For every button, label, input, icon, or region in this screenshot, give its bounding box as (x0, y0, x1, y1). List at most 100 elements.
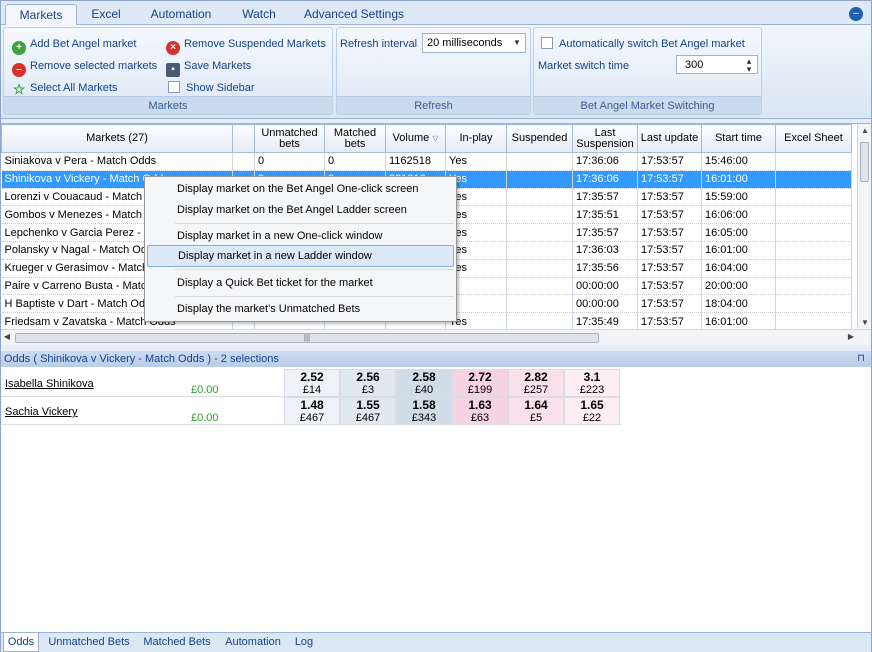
tab-watch[interactable]: Watch (233, 4, 285, 25)
menu-item-ladder-screen[interactable]: Display market on the Bet Angel Ladder s… (147, 199, 454, 221)
spin-arrows-icon[interactable]: ▴ ▾ (741, 56, 757, 74)
scroll-down-icon[interactable]: ▼ (858, 316, 872, 330)
table-cell (506, 241, 573, 260)
remove-selected-button[interactable]: – Remove selected markets (12, 57, 157, 77)
save-markets-button[interactable]: ▪ Save Markets (166, 57, 251, 77)
tab-bottom-automation[interactable]: Automation (221, 633, 285, 652)
auto-switch-label: Automatically switch Bet Angel market (559, 38, 745, 50)
select-all-label: Select All Markets (30, 82, 118, 94)
scroll-right-icon[interactable]: ▶ (845, 330, 857, 344)
table-cell: 17:53:57 (637, 152, 702, 171)
table-cell: 17:35:49 (572, 312, 638, 331)
minimize-ribbon-icon[interactable]: – (849, 7, 863, 21)
table-cell (775, 241, 852, 260)
vertical-scroll-thumb[interactable] (860, 142, 869, 182)
col-last-update[interactable]: Last update (637, 124, 702, 153)
back-price-cell[interactable]: 2.58 £40 (396, 369, 452, 397)
table-cell (775, 294, 852, 314)
remove-suspended-button[interactable]: × Remove Suspended Markets (166, 35, 326, 55)
markets-group: + Add Bet Angel market × Remove Suspended … (3, 27, 333, 115)
price-amount: £22 (582, 412, 602, 424)
table-cell: 17:53:57 (637, 294, 702, 314)
back-price-cell[interactable]: 2.52 £14 (284, 369, 340, 397)
lay-price-cell[interactable]: 1.65 £22 (564, 397, 620, 425)
back-price-cell[interactable]: 1.48 £467 (284, 397, 340, 425)
col-volume[interactable]: Volume ▽ (385, 124, 446, 153)
table-cell: 15:59:00 (701, 188, 776, 207)
show-sidebar-checkbox[interactable]: Show Sidebar (168, 79, 255, 97)
price-value: 1.65 (580, 398, 604, 412)
tab-excel[interactable]: Excel (83, 4, 129, 25)
scroll-up-icon[interactable]: ▲ (858, 124, 872, 138)
add-market-button[interactable]: + Add Bet Angel market (12, 35, 136, 55)
price-value: 2.82 (524, 370, 548, 384)
price-amount: £63 (470, 412, 490, 424)
price-amount: £3 (361, 384, 375, 396)
table-row[interactable]: Siniakova v Pera - Match Odds 0 0 1162518 Ye… (1, 152, 852, 171)
table-cell: 17:35:57 (572, 223, 638, 242)
pin-icon[interactable]: ⊓ (857, 351, 865, 367)
tab-advanced-settings[interactable]: Advanced Settings (301, 4, 407, 25)
menu-separator (175, 296, 454, 297)
table-cell: 0 (324, 152, 386, 171)
refresh-interval-select[interactable]: 20 milliseconds ▼ (422, 33, 526, 53)
lay-price-cell[interactable]: 3.1 £223 (564, 369, 620, 397)
tab-unmatched-bets[interactable]: Unmatched Bets (45, 633, 133, 652)
back-price-cell[interactable]: 1.55 £467 (340, 397, 396, 425)
menu-item-new-one-click-window[interactable]: Display market in a new One-click window (147, 225, 454, 247)
table-cell: 17:53:57 (637, 170, 702, 189)
table-cell: 00:00:00 (572, 294, 638, 314)
horizontal-scrollbar[interactable]: ◀ ||| ▶ (1, 329, 871, 345)
col-start-time[interactable]: Start time (701, 124, 776, 153)
select-all-button[interactable]: ☆ Select All Markets (12, 79, 118, 97)
runner-name[interactable]: Isabella Shinikova (5, 378, 94, 390)
horizontal-scroll-thumb[interactable]: ||| (15, 333, 599, 343)
price-amount: £40 (414, 384, 434, 396)
price-value: 1.55 (356, 398, 380, 412)
odds-panel: Isabella Shinikova £0.00 2.52 £14 2.56 £3 2.… (1, 367, 871, 632)
table-cell: 17:53:57 (637, 188, 702, 207)
lay-price-cell[interactable]: 1.64 £5 (508, 397, 564, 425)
col-last-suspension[interactable]: Last Suspension (572, 124, 638, 153)
col-unmatched-bets[interactable]: Unmatched bets (254, 124, 325, 153)
menu-item-quick-bet-ticket[interactable]: Display a Quick Bet ticket for the marke… (147, 272, 454, 294)
switch-time-stepper[interactable]: 300 ▴ ▾ (676, 55, 758, 74)
remove-icon: – (12, 63, 26, 77)
tab-automation[interactable]: Automation (141, 4, 221, 25)
scroll-left-icon[interactable]: ◀ (1, 330, 13, 344)
col-blank[interactable] (232, 124, 255, 153)
col-suspended[interactable]: Suspended (506, 124, 573, 153)
lay-price-cell[interactable]: 1.63 £63 (452, 397, 508, 425)
price-amount: £257 (523, 384, 549, 396)
col-markets[interactable]: Markets (27) (1, 124, 233, 153)
auto-switch-checkbox[interactable]: Automatically switch Bet Angel market (541, 35, 745, 53)
price-value: 3.1 (583, 370, 601, 384)
tab-matched-bets[interactable]: Matched Bets (139, 633, 215, 652)
table-cell: 15:46:00 (701, 152, 776, 171)
menu-item-one-click-screen[interactable]: Display market on the Bet Angel One-clic… (147, 178, 454, 200)
tab-log[interactable]: Log (289, 633, 319, 652)
table-cell: 17:53:57 (637, 223, 702, 242)
table-cell (506, 205, 573, 225)
vertical-scrollbar[interactable]: ▲ ▼ (857, 124, 871, 330)
app-window: Markets Excel Automation Watch Advanced … (0, 0, 872, 652)
menu-item-new-ladder-window[interactable]: Display market in a new Ladder window (147, 245, 454, 267)
col-in-play[interactable]: In-play (445, 124, 507, 153)
back-price-cell[interactable]: 1.58 £343 (396, 397, 452, 425)
col-excel-sheet[interactable]: Excel Sheet (775, 124, 852, 153)
tab-odds[interactable]: Odds (3, 633, 39, 652)
show-sidebar-check[interactable] (168, 81, 180, 93)
back-price-cell[interactable]: 2.56 £3 (340, 369, 396, 397)
bottom-tab-bar: Odds Unmatched Bets Matched Bets Automat… (1, 632, 871, 652)
price-amount: £467 (299, 412, 325, 424)
ribbon-tab-bar: Markets Excel Automation Watch Advanced … (1, 1, 871, 25)
menu-item-unmatched-bets[interactable]: Display the market's Unmatched Bets (147, 298, 454, 320)
runner-name[interactable]: Sachia Vickery (5, 406, 78, 418)
tab-markets[interactable]: Markets (5, 4, 77, 25)
col-volume-label: Volume (392, 132, 430, 144)
lay-price-cell[interactable]: 2.72 £199 (452, 369, 508, 397)
lay-price-cell[interactable]: 2.82 £257 (508, 369, 564, 397)
auto-switch-check[interactable] (541, 37, 553, 49)
remove-x-icon: × (166, 41, 180, 55)
col-matched-bets[interactable]: Matched bets (324, 124, 386, 153)
